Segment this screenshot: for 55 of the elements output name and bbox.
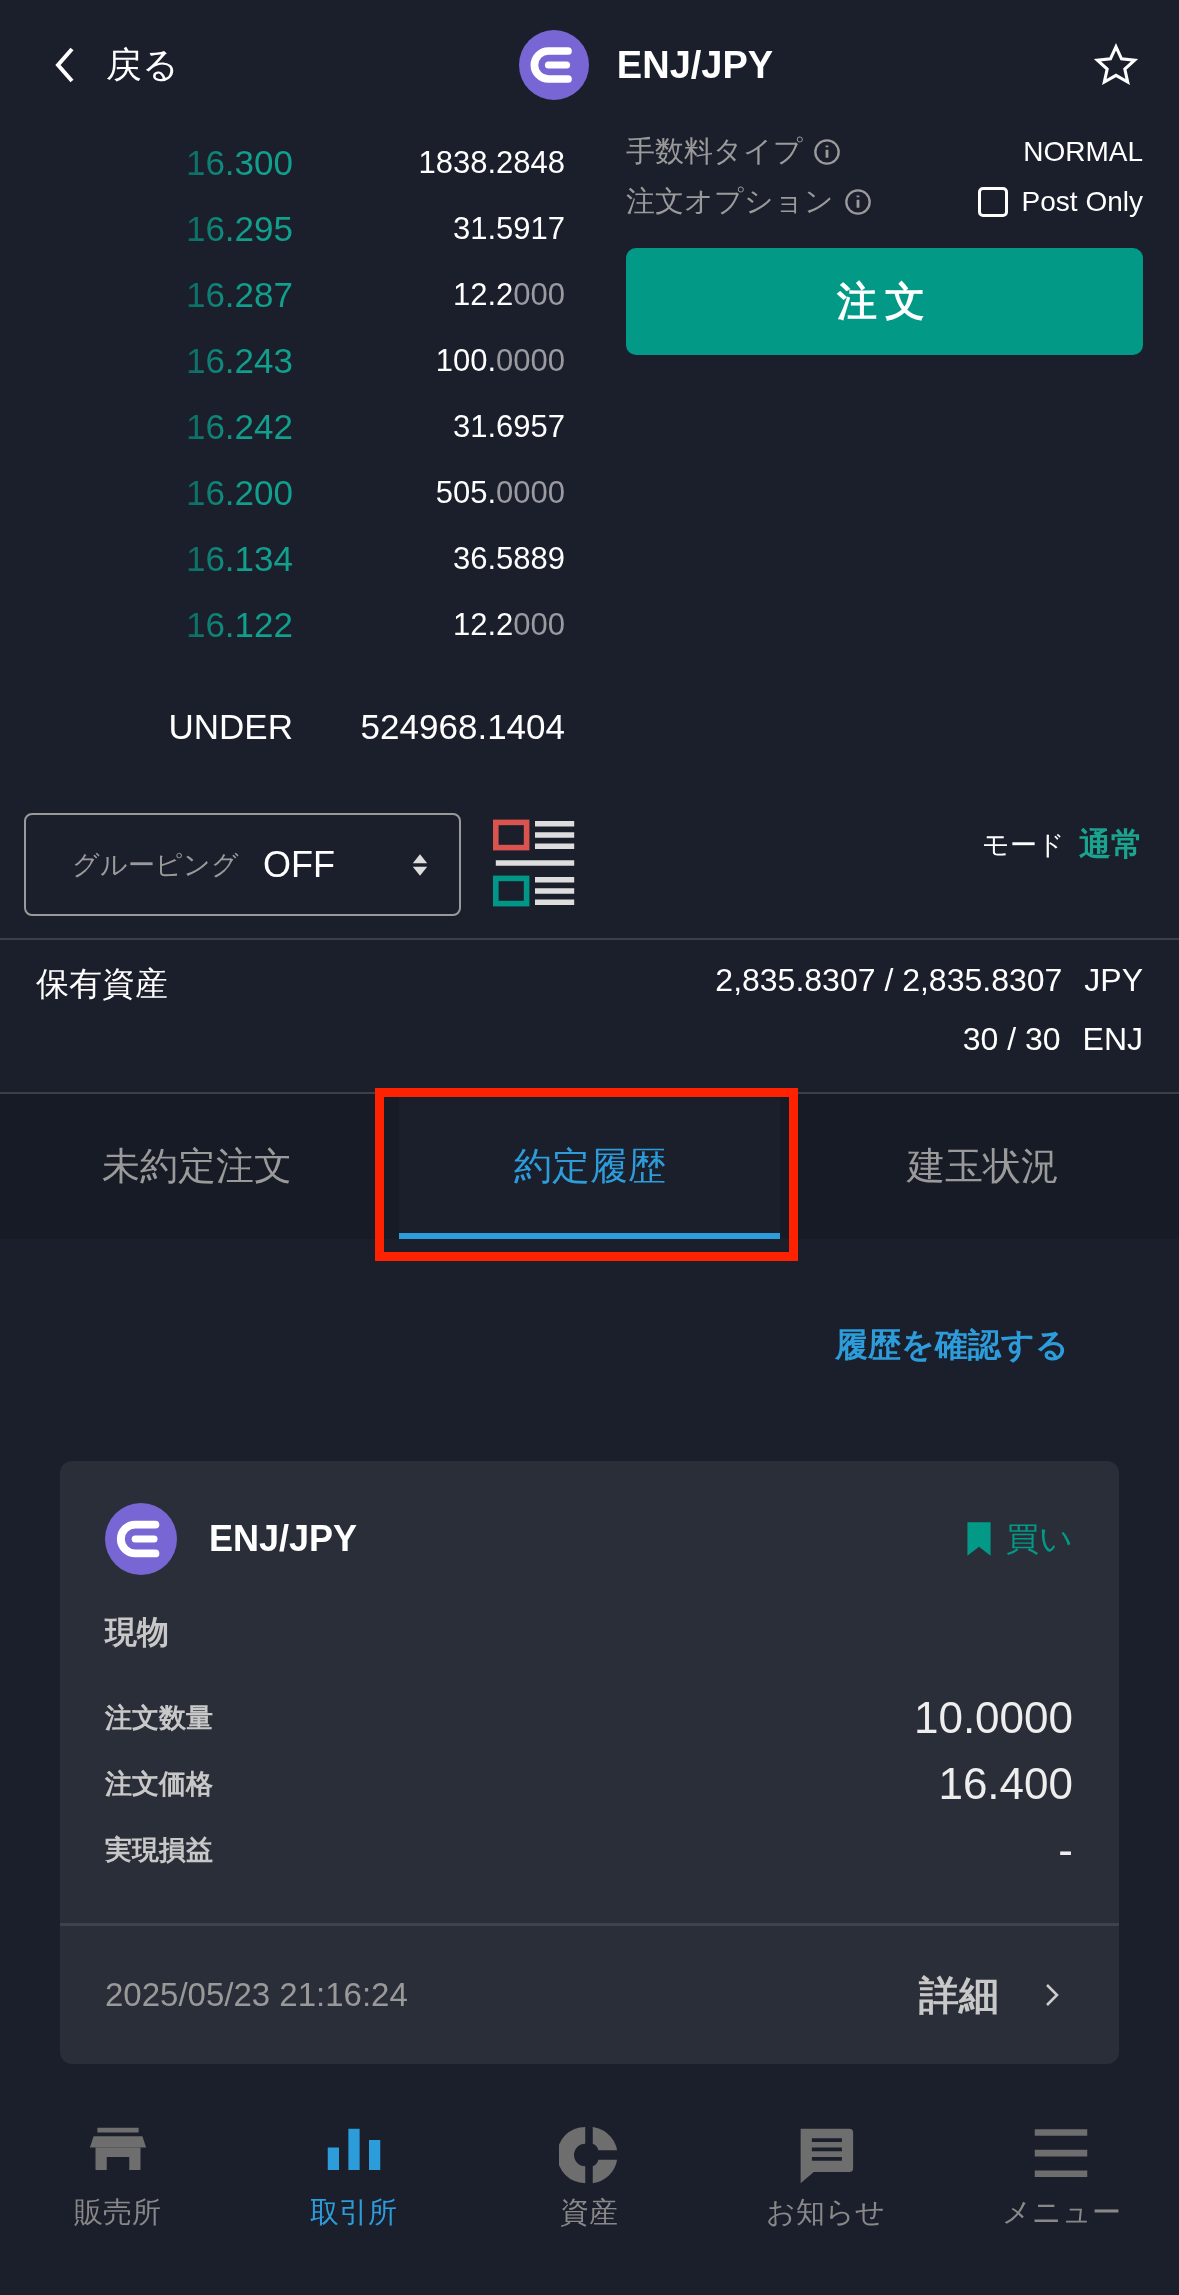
chevron-right-icon <box>1045 1983 1059 2007</box>
fee-type-value[interactable]: NORMAL <box>1023 136 1143 168</box>
nav-item[interactable]: 販売所 <box>0 2125 236 2295</box>
holdings-label: 保有資産 <box>36 964 168 1004</box>
currency-unit: ENJ <box>1082 1021 1143 1058</box>
info-icon[interactable] <box>844 188 872 216</box>
info-icon[interactable] <box>813 138 841 166</box>
nav-item[interactable]: 取引所 <box>235 2125 472 2295</box>
nav-item[interactable]: お知らせ <box>707 2125 944 2295</box>
pie-chart-icon <box>559 2125 620 2185</box>
under-label: UNDER <box>167 707 293 747</box>
bookmark-icon <box>966 1521 992 1557</box>
coin-logo-icon <box>518 30 589 100</box>
back-button[interactable]: 戻る <box>52 40 179 90</box>
tab[interactable]: 約定履歴 <box>399 1094 780 1239</box>
order-button[interactable]: 注文 <box>626 248 1143 355</box>
tab[interactable]: 建玉状況 <box>792 1094 1173 1239</box>
ask-amount: 12.2000 <box>451 607 565 643</box>
category-label: 現物 <box>103 1613 170 1652</box>
ask-amount: 12.2000 <box>451 277 565 313</box>
order-option-label: 注文オプション <box>626 184 834 219</box>
ask-amount: 31.5917 <box>451 211 565 247</box>
ask-amount: 505.0000 <box>434 475 565 511</box>
ask-amount: 100.0000 <box>434 343 565 379</box>
under-value: 524968.1404 <box>359 707 565 747</box>
field-label: 注文価格 <box>105 1768 213 1801</box>
trade-datetime: 2025/05/23 21:16:24 <box>105 1976 408 2014</box>
field-value: 16.400 <box>938 1759 1073 1809</box>
book-layout-icon[interactable] <box>493 819 577 907</box>
pair-name: ENJ/JPY <box>209 1518 358 1560</box>
post-only-label: Post Only <box>1021 186 1143 218</box>
history-link[interactable]: 履歴を確認する <box>835 1323 1069 1368</box>
ask-amount: 1838.2848 <box>417 145 565 181</box>
pair-title: ENJ/JPY <box>616 43 774 87</box>
side-label: 買い <box>1006 1518 1073 1559</box>
coin-logo-icon <box>105 1503 177 1575</box>
holding-amount: 2,835.8307 / 2,835.8307 <box>715 962 1063 999</box>
fee-type-label: 手数料タイプ <box>626 134 803 169</box>
star-icon[interactable] <box>1093 42 1139 88</box>
holding-amount: 30 / 30 <box>962 1021 1061 1058</box>
field-value: - <box>1058 1825 1073 1875</box>
mode-value[interactable]: 通常 <box>1079 823 1143 867</box>
currency-unit: JPY <box>1084 962 1143 999</box>
checkbox[interactable] <box>977 187 1008 217</box>
grouping-select[interactable]: グルーピング OFF <box>24 813 461 916</box>
ask-amount: 31.6957 <box>451 409 565 445</box>
nav-item[interactable]: メニュー <box>943 2125 1179 2295</box>
nav-item[interactable]: 資産 <box>471 2125 708 2295</box>
ask-amount: 36.5889 <box>451 541 565 577</box>
tab[interactable]: 未約定注文 <box>6 1094 387 1239</box>
field-label: 注文数量 <box>105 1702 213 1735</box>
detail-link[interactable]: 詳細 <box>919 1967 1059 2023</box>
mode-label: モード <box>982 829 1065 862</box>
field-value: 10.0000 <box>913 1693 1073 1743</box>
field-label: 実現損益 <box>105 1834 213 1867</box>
